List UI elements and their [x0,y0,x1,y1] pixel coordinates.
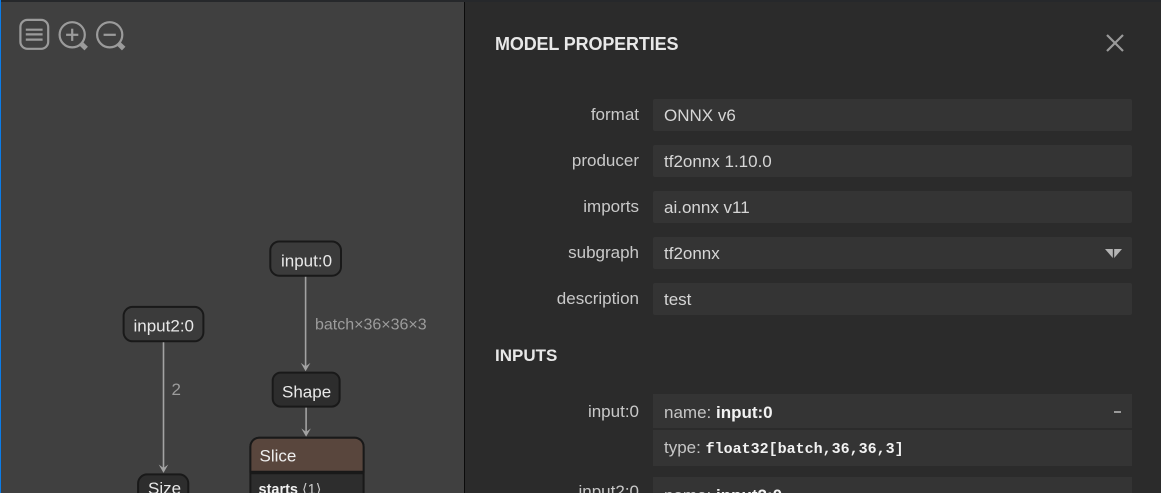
svg-text:⟨1⟩: ⟨1⟩ [302,482,321,493]
svg-text:batch×36×36×3: batch×36×36×3 [315,317,427,334]
svg-text:2: 2 [172,380,181,399]
svg-text:Slice: Slice [260,447,297,466]
svg-text:Shape: Shape [282,383,331,402]
svg-text:Size: Size [148,479,181,493]
svg-text:starts: starts [259,482,299,493]
svg-text:input2:0: input2:0 [134,317,195,336]
svg-text:input:0: input:0 [281,252,332,271]
